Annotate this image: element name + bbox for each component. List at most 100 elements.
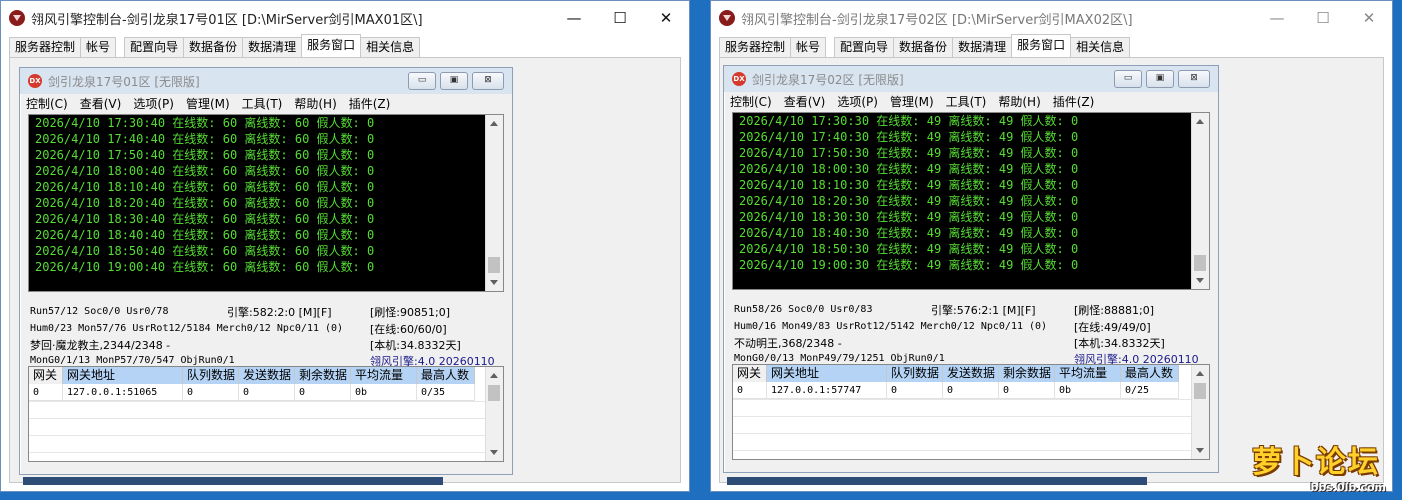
grid-scrollbar[interactable] bbox=[485, 367, 503, 461]
log-panel[interactable]: 2026/4/10 17:30:30 在线数: 49 离线数: 49 假人数: … bbox=[732, 112, 1210, 290]
console-window-2: 翎风引擎控制台-剑引龙泉17号02区 [D:\MirServer剑引MAX02区… bbox=[710, 0, 1393, 492]
forum-watermark-logo: 萝卜论坛 bbs.0lb.com bbox=[1252, 445, 1392, 495]
inner-close-button[interactable]: ⊠ bbox=[1178, 70, 1210, 88]
scroll-thumb[interactable] bbox=[488, 385, 500, 401]
menu-control[interactable]: 控制(C) bbox=[26, 95, 68, 112]
menu-help[interactable]: 帮助(H) bbox=[998, 93, 1040, 110]
log-line: 2026/4/10 19:00:30 在线数: 49 离线数: 49 假人数: … bbox=[739, 258, 1079, 272]
scroll-up-icon[interactable] bbox=[490, 121, 498, 126]
scroll-down-icon[interactable] bbox=[490, 450, 498, 455]
col-send-data[interactable]: 发送数据 bbox=[943, 365, 999, 382]
tab-service-window[interactable]: 服务窗口 bbox=[1011, 34, 1072, 57]
inner-title-bar[interactable]: DX 剑引龙泉17号01区 [无限版] ▭ ▣ ⊠ bbox=[20, 68, 512, 94]
col-gateway[interactable]: 网关 bbox=[29, 367, 63, 384]
cell-address: 127.0.0.1:57747 bbox=[767, 382, 887, 399]
col-queue-data[interactable]: 队列数据 bbox=[183, 367, 239, 384]
menu-options[interactable]: 选项(P) bbox=[133, 95, 174, 112]
tab-config-wizard[interactable]: 配置向导 bbox=[834, 37, 895, 57]
scroll-down-icon[interactable] bbox=[1196, 278, 1204, 283]
menu-plugins[interactable]: 插件(Z) bbox=[349, 95, 391, 112]
tab-data-backup[interactable]: 数据备份 bbox=[893, 37, 954, 57]
scroll-thumb[interactable] bbox=[1194, 255, 1206, 271]
log-line: 2026/4/10 17:40:40 在线数: 60 离线数: 60 假人数: … bbox=[35, 132, 375, 146]
log-line: 2026/4/10 17:40:30 在线数: 49 离线数: 49 假人数: … bbox=[739, 130, 1079, 144]
close-button[interactable]: ✕ bbox=[1346, 1, 1392, 35]
window-title: 翎风引擎控制台-剑引龙泉17号01区 [D:\MirServer剑引MAX01区… bbox=[31, 12, 423, 28]
table-row[interactable]: 0 127.0.0.1:51065 0 0 0 0b 0/35 bbox=[29, 384, 475, 401]
inner-close-button[interactable]: ⊠ bbox=[472, 72, 504, 90]
col-avg-traffic[interactable]: 平均流量 bbox=[351, 367, 417, 384]
scroll-down-icon[interactable] bbox=[490, 280, 498, 285]
tab-related-info[interactable]: 相关信息 bbox=[360, 37, 421, 57]
menu-manage[interactable]: 管理(M) bbox=[186, 95, 230, 112]
col-gateway-address[interactable]: 网关地址 bbox=[63, 367, 183, 384]
title-bar[interactable]: 翎风引擎控制台-剑引龙泉17号01区 [D:\MirServer剑引MAX01区… bbox=[1, 1, 689, 35]
scroll-up-icon[interactable] bbox=[1196, 119, 1204, 124]
minimize-button[interactable]: — bbox=[551, 1, 597, 35]
col-gateway[interactable]: 网关 bbox=[733, 365, 767, 382]
gateway-grid[interactable]: 网关 网关地址 队列数据 发送数据 剩余数据 平均流量 最高人数 0 127.0… bbox=[732, 364, 1210, 460]
menu-plugins[interactable]: 插件(Z) bbox=[1053, 93, 1095, 110]
log-scrollbar[interactable] bbox=[485, 115, 503, 291]
tab-service-window[interactable]: 服务窗口 bbox=[301, 34, 362, 57]
maximize-button[interactable]: ☐ bbox=[1300, 1, 1346, 35]
inner-minimize-button[interactable]: ▭ bbox=[408, 72, 436, 90]
tab-server-control[interactable]: 服务器控制 bbox=[719, 37, 792, 57]
stat-online: [在线:60/60/0] bbox=[370, 323, 447, 336]
menu-options[interactable]: 选项(P) bbox=[837, 93, 878, 110]
col-avg-traffic[interactable]: 平均流量 bbox=[1055, 365, 1121, 382]
title-bar[interactable]: 翎风引擎控制台-剑引龙泉17号02区 [D:\MirServer剑引MAX02区… bbox=[711, 1, 1392, 35]
watermark-logo-text: 萝卜论坛 bbox=[1252, 445, 1380, 480]
window-title: 翎风引擎控制台-剑引龙泉17号02区 [D:\MirServer剑引MAX02区… bbox=[741, 12, 1133, 28]
col-queue-data[interactable]: 队列数据 bbox=[887, 365, 943, 382]
col-remaining-data[interactable]: 剩余数据 bbox=[999, 365, 1055, 382]
menu-tools[interactable]: 工具(T) bbox=[242, 95, 283, 112]
table-row[interactable]: 0 127.0.0.1:57747 0 0 0 0b 0/25 bbox=[733, 382, 1179, 399]
scroll-up-icon[interactable] bbox=[1196, 371, 1204, 376]
col-max-users[interactable]: 最高人数 bbox=[417, 367, 475, 384]
scroll-thumb[interactable] bbox=[1194, 383, 1206, 399]
log-line: 2026/4/10 18:50:40 在线数: 60 离线数: 60 假人数: … bbox=[35, 244, 375, 258]
scroll-down-icon[interactable] bbox=[1196, 448, 1204, 453]
stat-refresh: [刷怪:90851;0] bbox=[370, 306, 450, 319]
minimize-button[interactable]: — bbox=[1254, 1, 1300, 35]
col-remaining-data[interactable]: 剩余数据 bbox=[295, 367, 351, 384]
cell-queue: 0 bbox=[887, 382, 943, 399]
inner-restore-button[interactable]: ▣ bbox=[1146, 70, 1174, 88]
stat-online: [在线:49/49/0] bbox=[1074, 321, 1151, 334]
col-gateway-address[interactable]: 网关地址 bbox=[767, 365, 887, 382]
menu-manage[interactable]: 管理(M) bbox=[890, 93, 934, 110]
inner-restore-button[interactable]: ▣ bbox=[440, 72, 468, 90]
tab-data-cleanup[interactable]: 数据清理 bbox=[952, 37, 1013, 57]
tab-account[interactable]: 帐号 bbox=[80, 37, 117, 57]
log-line: 2026/4/10 19:00:40 在线数: 60 离线数: 60 假人数: … bbox=[35, 260, 375, 274]
menu-help[interactable]: 帮助(H) bbox=[294, 95, 336, 112]
server-window-1: DX 剑引龙泉17号01区 [无限版] ▭ ▣ ⊠ 控制(C) 查看(V) 选项… bbox=[19, 67, 513, 475]
scroll-up-icon[interactable] bbox=[490, 373, 498, 378]
col-max-users[interactable]: 最高人数 bbox=[1121, 365, 1179, 382]
menu-control[interactable]: 控制(C) bbox=[730, 93, 772, 110]
tab-data-backup[interactable]: 数据备份 bbox=[183, 37, 244, 57]
log-line: 2026/4/10 17:30:30 在线数: 49 离线数: 49 假人数: … bbox=[739, 114, 1079, 128]
menu-view[interactable]: 查看(V) bbox=[80, 95, 122, 112]
menu-view[interactable]: 查看(V) bbox=[784, 93, 826, 110]
log-line: 2026/4/10 18:20:30 在线数: 49 离线数: 49 假人数: … bbox=[739, 194, 1079, 208]
menu-tools[interactable]: 工具(T) bbox=[946, 93, 987, 110]
inner-minimize-button[interactable]: ▭ bbox=[1114, 70, 1142, 88]
close-button[interactable]: ✕ bbox=[643, 1, 689, 35]
stat-mong: MonG0/0/13 MonP49/79/1251 ObjRun0/1 bbox=[734, 353, 945, 364]
tab-config-wizard[interactable]: 配置向导 bbox=[124, 37, 185, 57]
col-send-data[interactable]: 发送数据 bbox=[239, 367, 295, 384]
grid-scrollbar[interactable] bbox=[1191, 365, 1209, 459]
gateway-grid[interactable]: 网关 网关地址 队列数据 发送数据 剩余数据 平均流量 最高人数 0 127.0… bbox=[28, 366, 504, 462]
inner-window-title: 剑引龙泉17号02区 [无限版] bbox=[752, 72, 904, 87]
maximize-button[interactable]: ☐ bbox=[597, 1, 643, 35]
tab-data-cleanup[interactable]: 数据清理 bbox=[242, 37, 303, 57]
tab-related-info[interactable]: 相关信息 bbox=[1070, 37, 1131, 57]
inner-title-bar[interactable]: DX 剑引龙泉17号02区 [无限版] ▭ ▣ ⊠ bbox=[724, 66, 1218, 92]
tab-account[interactable]: 帐号 bbox=[790, 37, 827, 57]
log-panel[interactable]: 2026/4/10 17:30:40 在线数: 60 离线数: 60 假人数: … bbox=[28, 114, 504, 292]
scroll-thumb[interactable] bbox=[488, 257, 500, 273]
log-scrollbar[interactable] bbox=[1191, 113, 1209, 289]
tab-server-control[interactable]: 服务器控制 bbox=[9, 37, 82, 57]
